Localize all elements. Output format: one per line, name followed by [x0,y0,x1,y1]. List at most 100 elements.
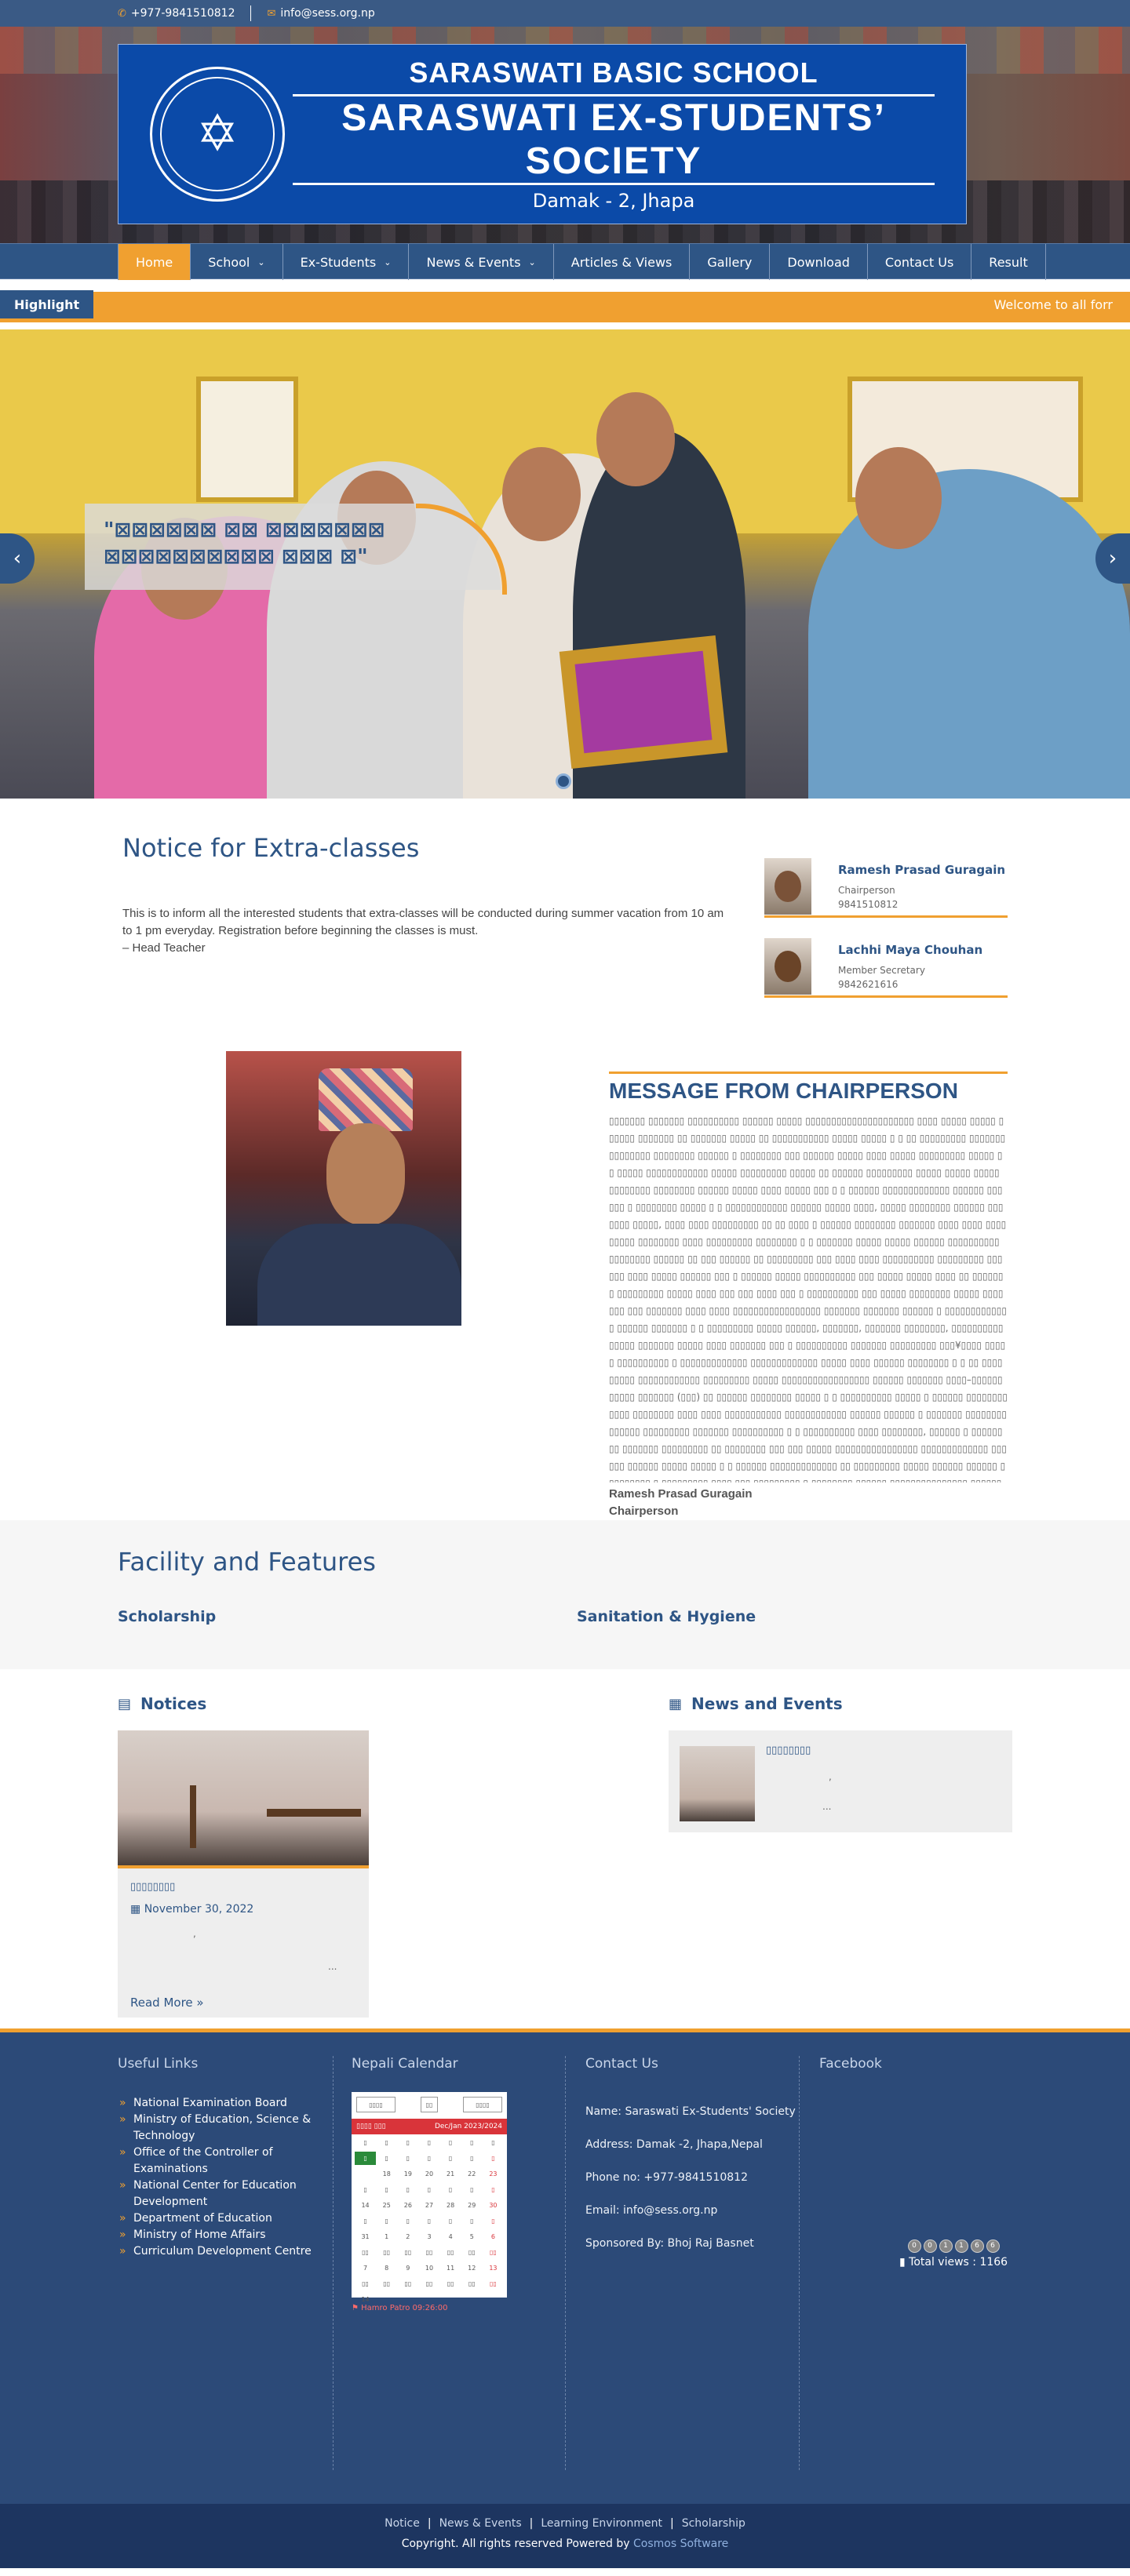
nav-item-contact-us[interactable]: Contact Us [868,244,972,280]
calendar-day[interactable]: 1 [376,2230,397,2243]
calendar-day[interactable]: ▯ [483,2183,504,2196]
member-card[interactable]: Ramesh Prasad Guragain Chairperson 98415… [764,850,1008,918]
calendar-day[interactable]: 4 [440,2230,461,2243]
calendar-day[interactable]: ▯ [461,2214,483,2228]
notice-card[interactable]: ▯▯▯▯▯▯▯▯ ▦ November 30, 2022 , ... Read … [118,1730,369,2018]
calendar-month-select[interactable]: ▯▯▯▯ [463,2097,502,2112]
calendar-day[interactable]: 26 [397,2199,418,2212]
calendar-day[interactable]: 2 [397,2230,418,2243]
calendar-day[interactable]: ▯▯ [440,2246,461,2259]
notice-title[interactable]: Notice for Extra-classes [122,833,419,863]
calendar-day[interactable]: 3 [418,2230,439,2243]
calendar-day[interactable]: ▯ [483,2152,504,2165]
calendar-day[interactable]: 14 [355,2199,376,2212]
calendar-day[interactable]: ▯▯ [418,2277,439,2290]
calendar-day[interactable]: ▯ [397,2214,418,2228]
notice-image[interactable] [118,1730,369,1868]
calendar-day[interactable]: ▯ [483,2214,504,2228]
calendar-credit[interactable]: ⚑ Hamro Patro 09:26:00 [352,2304,447,2312]
calendar-day[interactable]: 25 [376,2199,397,2212]
calendar-day[interactable]: 22 [461,2167,483,2181]
nav-item-result[interactable]: Result [971,244,1046,280]
calendar-day[interactable]: 31 [355,2230,376,2243]
calendar-day[interactable]: 18 [376,2167,397,2181]
calendar-day[interactable]: ▯▯ [461,2246,483,2259]
calendar-day[interactable]: 23 [483,2167,504,2181]
useful-link[interactable]: National Center for Education Developmen… [118,2178,314,2210]
calendar-day[interactable]: ▯ [355,2183,376,2196]
bottom-link[interactable]: Learning Environment [541,2517,662,2530]
calendar-day[interactable]: ▯▯ [355,2277,376,2290]
bottom-link[interactable]: Notice [385,2517,420,2530]
bottom-link[interactable]: Scholarship [682,2517,745,2530]
calendar-day[interactable]: 20 [418,2167,439,2181]
calendar-day[interactable]: ▯ [461,2152,483,2165]
topbar-email[interactable]: ✉ info@sess.org.np [267,7,374,20]
calendar-day[interactable]: ▯▯ [376,2246,397,2259]
calendar-day[interactable]: ▯ [355,2214,376,2228]
nav-item-home[interactable]: Home [118,244,191,280]
school-banner[interactable]: ✡ SARASWATI BASIC SCHOOL SARASWATI EX-ST… [118,44,967,224]
calendar-day[interactable]: ▯ [376,2152,397,2165]
calendar-day[interactable]: ▯▯ [483,2246,504,2259]
nav-item-school[interactable]: School ⌄ [191,244,283,280]
calendar-day[interactable]: ▯▯ [440,2277,461,2290]
bottom-link[interactable]: News & Events [439,2517,522,2530]
useful-link[interactable]: Department of Education [118,2210,314,2227]
calendar-day[interactable]: ▯ [397,2183,418,2196]
calendar-day[interactable]: 28 [440,2199,461,2212]
calendar-day[interactable]: 19 [397,2167,418,2181]
calendar-day[interactable]: 6 [483,2230,504,2243]
calendar-day[interactable]: 10 [418,2261,439,2275]
highlight-text[interactable]: Welcome to all forr [994,297,1114,312]
calendar-day[interactable]: ▯ [440,2183,461,2196]
calendar-day[interactable]: 5 [461,2230,483,2243]
topbar-phone[interactable]: ✆ +977-9841510812 [118,7,235,20]
calendar-day[interactable]: 12 [461,2261,483,2275]
member-name[interactable]: Ramesh Prasad Guragain [838,863,1005,877]
calendar-day[interactable]: ▯ [418,2183,439,2196]
calendar-day[interactable]: ▯▯ [355,2246,376,2259]
useful-link[interactable]: Ministry of Education, Science & Technol… [118,2112,314,2145]
calendar-year-select[interactable]: ▯▯▯▯ [356,2097,396,2112]
calendar-day[interactable]: 9 [397,2261,418,2275]
calendar-day[interactable]: 27 [418,2199,439,2212]
nav-item-news-events[interactable]: News & Events ⌄ [409,244,554,280]
calendar-day[interactable]: ▯ [418,2152,439,2165]
calendar-day[interactable]: 29 [461,2199,483,2212]
news-image[interactable] [680,1746,755,1821]
calendar-day[interactable]: 13 [483,2261,504,2275]
calendar-day[interactable]: ▯ [440,2152,461,2165]
calendar-day[interactable]: ▯ [397,2152,418,2165]
calendar-day[interactable]: ▯▯ [418,2246,439,2259]
news-card-title[interactable]: ▯▯▯▯▯▯▯▯ [766,1745,811,1756]
facility-item-scholarship[interactable]: Scholarship [118,1608,216,1625]
calendar-day[interactable]: ▯▯ [483,2277,504,2290]
useful-link[interactable]: Ministry of Home Affairs [118,2227,314,2243]
useful-link[interactable]: Curriculum Development Centre [118,2243,314,2260]
calendar-day[interactable]: ▯▯ [397,2277,418,2290]
calendar-day[interactable]: ▯ [418,2214,439,2228]
calendar-day[interactable]: ▯▯ [461,2277,483,2290]
read-more-link[interactable]: Read More » [130,1996,204,2010]
nepali-calendar-widget[interactable]: ▯▯▯▯ ▯▯ ▯▯▯▯ ▯▯▯▯ ▯▯▯ Dec/Jan 2023/2024 … [352,2092,507,2303]
calendar-day[interactable]: ▯ [376,2214,397,2228]
member-name[interactable]: Lachhi Maya Chouhan [838,943,982,957]
calendar-day[interactable]: ▯ [440,2214,461,2228]
calendar-day[interactable]: ▯ [355,2152,377,2165]
calendar-day[interactable]: ▯ [461,2183,483,2196]
news-card[interactable]: ▯▯▯▯▯▯▯▯ , ... [669,1730,1012,1832]
calendar-day[interactable]: ▯▯ [397,2246,418,2259]
useful-link[interactable]: Office of the Controller of Examinations [118,2145,314,2178]
calendar-today-button[interactable]: ▯▯ [421,2097,438,2112]
calendar-day[interactable]: 11 [440,2261,461,2275]
nav-item-articles-views[interactable]: Articles & Views [554,244,691,280]
powered-by-link[interactable]: Cosmos Software [633,2538,728,2550]
nav-item-ex-students[interactable]: Ex-Students ⌄ [283,244,410,280]
calendar-day[interactable]: 30 [483,2199,504,2212]
calendar-day[interactable]: ▯ [376,2183,397,2196]
slider-prev-button[interactable]: ‹ [0,533,35,584]
calendar-day[interactable]: 21 [440,2167,461,2181]
calendar-day[interactable]: ▯▯ [376,2277,397,2290]
nav-item-download[interactable]: Download [770,244,868,280]
